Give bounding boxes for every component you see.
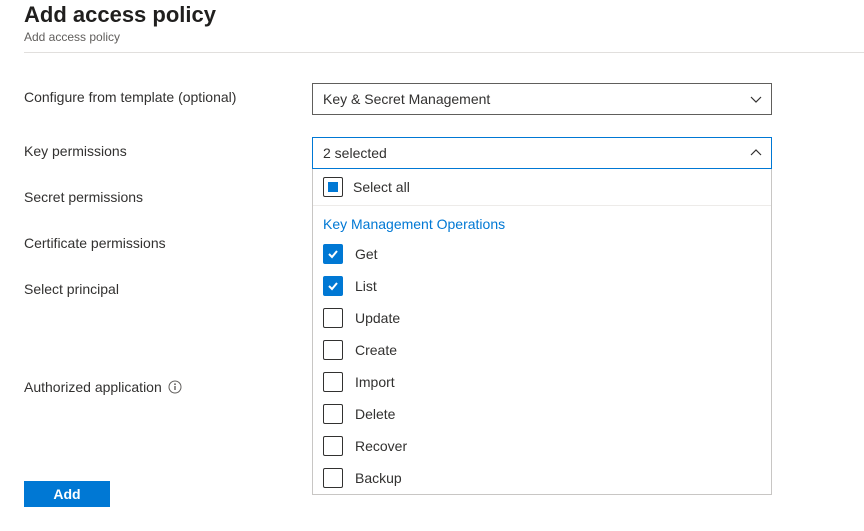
option-checkbox[interactable] [323,244,343,264]
key-permissions-summary: 2 selected [323,145,387,161]
certificate-permissions-label: Certificate permissions [24,229,304,251]
key-permissions-field: 2 selected Select all Key Management Ope… [312,137,772,495]
info-icon[interactable] [168,380,182,394]
page-header: Add access policy Add access policy [24,0,864,53]
option-label: Backup [355,470,402,486]
option-label: Create [355,342,397,358]
option-checkbox[interactable] [323,436,343,456]
authorized-application-label-row: Authorized application [24,373,304,395]
select-principal-label: Select principal [24,275,304,297]
chevron-up-icon [749,146,763,160]
option-label: Update [355,310,400,326]
option-row[interactable]: Import [313,366,771,398]
page-title: Add access policy [24,2,864,28]
authorized-application-label: Authorized application [24,379,162,395]
form-area: Configure from template (optional) Key &… [24,53,864,507]
option-row[interactable]: Create [313,334,771,366]
option-label: Get [355,246,378,262]
key-mgmt-operations-header: Key Management Operations [313,206,771,238]
option-label: List [355,278,377,294]
option-checkbox[interactable] [323,340,343,360]
key-permissions-select[interactable]: 2 selected [312,137,772,169]
select-all-label: Select all [353,179,410,195]
select-all-checkbox[interactable] [323,177,343,197]
option-checkbox[interactable] [323,468,343,488]
option-row[interactable]: Update [313,302,771,334]
chevron-down-icon [749,92,763,106]
option-row[interactable]: List [313,270,771,302]
configure-from-template-value: Key & Secret Management [323,91,490,107]
option-checkbox[interactable] [323,404,343,424]
option-row[interactable]: Recover [313,430,771,462]
option-checkbox[interactable] [323,308,343,328]
configure-from-template-label: Configure from template (optional) [24,83,304,105]
option-row[interactable]: Delete [313,398,771,430]
configure-from-template-select[interactable]: Key & Secret Management [312,83,772,115]
add-button-label: Add [53,486,80,502]
left-labels-stack: Key permissions Secret permissions Certi… [24,137,304,507]
option-label: Recover [355,438,407,454]
option-label: Import [355,374,395,390]
secret-permissions-label: Secret permissions [24,183,304,205]
select-all-row[interactable]: Select all [313,169,771,206]
key-permissions-dropdown[interactable]: Select all Key Management Operations Get… [312,169,772,495]
option-checkbox[interactable] [323,276,343,296]
option-row[interactable]: Get [313,238,771,270]
option-row[interactable]: Backup [313,462,771,494]
key-permissions-label: Key permissions [24,137,304,159]
page: Add access policy Add access policy Conf… [0,0,864,507]
breadcrumb: Add access policy [24,30,864,44]
option-checkbox[interactable] [323,372,343,392]
option-label: Delete [355,406,395,422]
add-button[interactable]: Add [24,481,110,507]
